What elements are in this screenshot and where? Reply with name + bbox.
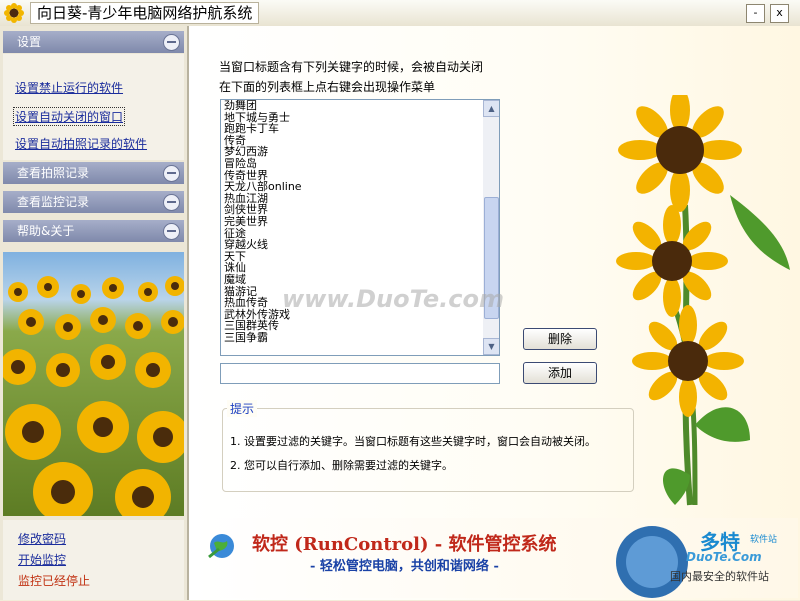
minimize-button[interactable]: - [746, 4, 765, 23]
watermark-text: www.DuoTe.com [282, 285, 504, 313]
list-item[interactable]: 天下 [221, 251, 499, 263]
collapse-icon[interactable] [163, 34, 180, 51]
banner-subtitle: - 轻松管控电脑，共创和谐网络 - [310, 559, 499, 574]
list-item[interactable]: 完美世界 [221, 216, 499, 228]
scroll-down-icon[interactable]: ▼ [483, 338, 499, 355]
section-photo-records[interactable]: 查看拍照记录 [3, 162, 184, 184]
section-settings[interactable]: 设置 [3, 31, 184, 53]
expand-icon[interactable] [163, 165, 180, 182]
hint-title: 提示 [227, 400, 258, 417]
list-item[interactable]: 魔域 [221, 274, 499, 286]
link-auto-close-windows[interactable]: 设置自动关闭的窗口 [13, 107, 126, 126]
list-item[interactable]: 穿越火线 [221, 239, 499, 251]
add-button[interactable]: 添加 [523, 362, 597, 384]
hint-line-1: 1. 设置要过滤的关键字。当窗口标题有这些关键字时，窗口会自动被关闭。 [230, 435, 596, 448]
link-auto-photo-software[interactable]: 设置自动拍照记录的软件 [15, 135, 147, 152]
link-blocked-software[interactable]: 设置禁止运行的软件 [15, 79, 123, 96]
close-button[interactable]: x [770, 4, 789, 23]
monitor-status: 监控已经停止 [18, 574, 91, 588]
list-item[interactable]: 跑跑卡丁车 [221, 123, 499, 135]
keyword-listbox[interactable]: 劲舞团 地下城与勇士 跑跑卡丁车 传奇 梦幻西游 冒险岛 传奇世界 天龙八部online 热血江… [220, 99, 500, 356]
expand-icon[interactable] [163, 194, 180, 211]
section-label: 帮助&关于 [17, 224, 75, 238]
list-item[interactable]: 三国争霸 [221, 332, 499, 344]
logo-subtitle: 软件站 [750, 535, 778, 545]
section-label: 查看监控记录 [17, 195, 90, 209]
logo-url: DuoTe.Com [686, 550, 762, 564]
description-line-1: 当窗口标题含有下列关键字的时候，会被自动关闭 [219, 60, 484, 74]
list-item[interactable]: 劲舞团 [221, 100, 499, 112]
list-item[interactable]: 冒险岛 [221, 158, 499, 170]
section-label: 查看拍照记录 [17, 166, 90, 180]
banner-title: 软控 (RunControl) - 软件管控系统 [252, 534, 557, 555]
start-monitor-link[interactable]: 开始监控 [18, 551, 66, 568]
list-item[interactable]: 梦幻西游 [221, 146, 499, 158]
sunflower-field-image [3, 252, 184, 516]
section-label: 设置 [17, 35, 42, 49]
logo-tagline: 国内最安全的软件站 [670, 570, 769, 583]
section-help-about[interactable]: 帮助&关于 [3, 220, 184, 242]
listbox-scrollbar[interactable]: ▲ ▼ [483, 100, 499, 355]
keyword-input[interactable] [220, 363, 500, 384]
hint-line-2: 2. 您可以自行添加、删除需要过滤的关键字。 [230, 459, 453, 472]
delete-button[interactable]: 删除 [523, 328, 597, 350]
expand-icon[interactable] [163, 223, 180, 240]
sunflower-app-icon [4, 3, 24, 23]
description-line-2: 在下面的列表框上点右键会出现操作菜单 [219, 80, 436, 94]
hint-groupbox [222, 408, 634, 492]
window-title: 向日葵-青少年电脑网络护航系统 [30, 2, 260, 24]
scroll-up-icon[interactable]: ▲ [483, 100, 499, 117]
globe-icon [208, 534, 234, 559]
list-item[interactable]: 天龙八部online [221, 181, 499, 193]
list-item[interactable]: 诛仙 [221, 262, 499, 274]
title-bar: 向日葵-青少年电脑网络护航系统 - x [0, 0, 800, 27]
change-password-link[interactable]: 修改密码 [18, 530, 66, 547]
section-monitor-records[interactable]: 查看监控记录 [3, 191, 184, 213]
